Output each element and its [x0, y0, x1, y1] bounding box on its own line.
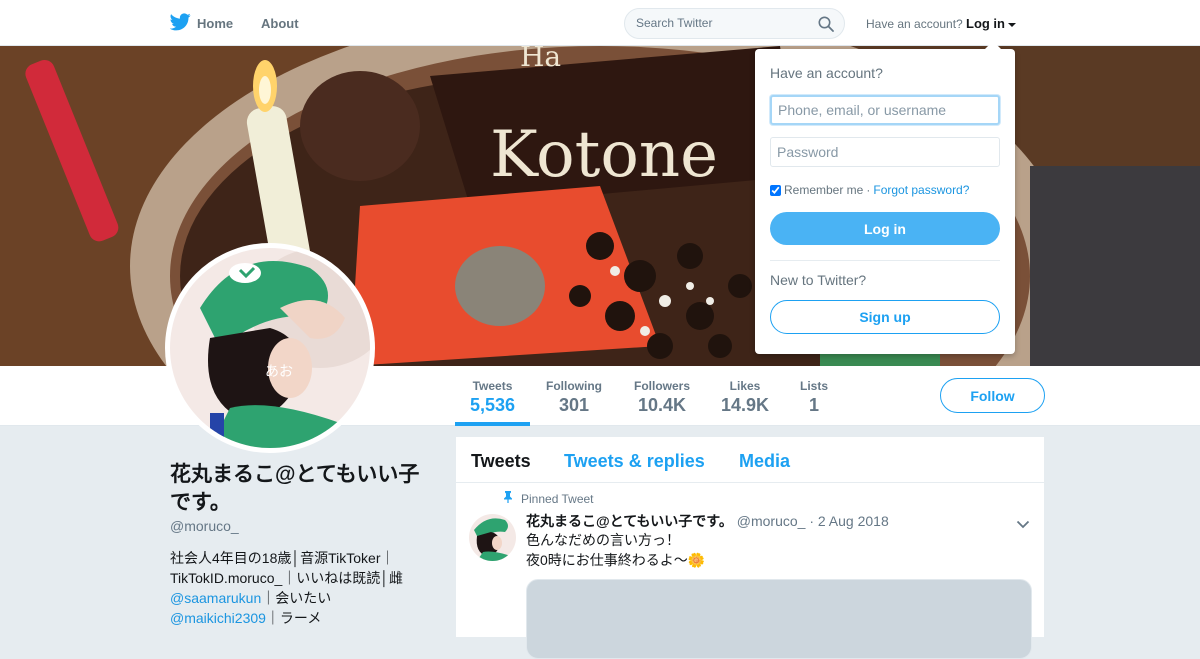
tab-tweets-replies[interactable]: Tweets & replies — [564, 451, 705, 472]
search-box — [624, 8, 845, 39]
login-dropdown-title: Have an account? — [770, 65, 883, 81]
caret-down-icon — [1008, 22, 1016, 27]
profile-avatar[interactable]: あお — [165, 243, 375, 453]
remember-separator: · — [866, 183, 871, 197]
twitter-bird-icon — [169, 13, 191, 34]
chevron-down-icon[interactable] — [1016, 516, 1030, 534]
banner-plaque-text: Kotone — [490, 118, 718, 192]
top-navigation: Home About Have an account? Log in — [0, 0, 1200, 46]
stat-lists-value: 1 — [808, 395, 819, 415]
dropdown-divider — [770, 260, 1000, 261]
stat-following[interactable]: Following 301 — [545, 379, 603, 416]
pin-icon — [503, 491, 513, 506]
login-dropdown: Have an account? Remember me · Forgot pa… — [755, 41, 1015, 354]
bio-text: ｜会いたい — [261, 590, 332, 606]
stat-following-value: 301 — [558, 395, 590, 415]
avatar-signature: あお — [265, 364, 293, 380]
password-field[interactable] — [770, 137, 1000, 167]
login-dropdown-toggle[interactable]: Log in — [966, 16, 1016, 31]
nav-about-link[interactable]: About — [261, 16, 299, 31]
active-stat-indicator — [455, 422, 530, 426]
stat-followers-value: 10.4K — [637, 395, 687, 415]
tab-tweets[interactable]: Tweets — [471, 451, 531, 472]
tweet-avatar[interactable] — [469, 514, 516, 561]
stat-tweets-label: Tweets — [472, 379, 513, 393]
timeline: Tweets Tweets & replies Media Pinned Twe… — [456, 437, 1044, 659]
username-field[interactable] — [770, 95, 1000, 125]
stat-following-label: Following — [546, 379, 602, 393]
remember-row: Remember me · Forgot password? — [770, 183, 969, 197]
forgot-password-link[interactable]: Forgot password? — [873, 183, 969, 197]
stat-followers[interactable]: Followers 10.4K — [633, 379, 691, 416]
nav-home-label: Home — [197, 16, 234, 31]
tweet-author-name[interactable]: 花丸まるこ@とてもいい子です。 — [526, 513, 733, 529]
pinned-label-text: Pinned Tweet — [521, 491, 594, 506]
profile-name[interactable]: 花丸まるこ@とてもいい子です。 — [170, 461, 440, 517]
nav-home-link[interactable]: Home — [169, 13, 234, 34]
tweet-meta-separator: · — [809, 513, 814, 529]
tweet-text-line: 夜0時にお仕事終わるよ〜🌼 — [526, 552, 706, 568]
search-input[interactable] — [636, 16, 806, 30]
stat-tweets-value: 5,536 — [470, 395, 516, 415]
bio-text: ｜ラーメ — [265, 610, 322, 626]
tweet-date[interactable]: 2 Aug 2018 — [818, 513, 889, 529]
stat-lists-label: Lists — [799, 379, 828, 393]
pinned-tweet-label: Pinned Tweet — [503, 491, 594, 506]
tab-media[interactable]: Media — [739, 451, 790, 472]
remember-me-checkbox[interactable] — [770, 184, 781, 196]
bio-mention-link[interactable]: @maikichi2309 — [170, 610, 266, 626]
timeline-tabs: Tweets Tweets & replies Media — [456, 437, 1044, 483]
search-icon[interactable] — [818, 16, 834, 37]
login-button[interactable]: Log in — [770, 212, 1000, 245]
have-account-text: Have an account? — [866, 17, 963, 31]
stat-likes-value: 14.9K — [721, 395, 770, 415]
tweet-text-line: 色んなだめの言い方っ！ — [526, 532, 680, 548]
stat-lists[interactable]: Lists 1 — [799, 379, 829, 416]
login-link-label: Log in — [966, 16, 1005, 31]
signup-button[interactable]: Sign up — [770, 300, 1000, 334]
tweet-text: 色んなだめの言い方っ！ 夜0時にお仕事終わるよ〜🌼 — [526, 530, 705, 570]
stat-likes-label: Likes — [729, 379, 761, 393]
stat-likes[interactable]: Likes 14.9K — [721, 379, 769, 416]
stat-tweets[interactable]: Tweets 5,536 — [470, 379, 515, 416]
tweet-author-handle[interactable]: @moruco_ — [737, 513, 806, 529]
remember-me-label: Remember me — [784, 183, 864, 197]
profile-bio: 社会人4年目の18歳│音源TikToker｜TikTokID.moruco_｜い… — [170, 548, 410, 628]
new-to-twitter-text: New to Twitter? — [770, 272, 867, 288]
profile-handle[interactable]: @moruco_ — [170, 518, 239, 534]
bio-text: 社会人4年目の18歳│音源TikToker｜TikTokID.moruco_｜い… — [170, 550, 404, 586]
banner-plaque-prefix: Ha — [520, 46, 561, 73]
tweet-header: 花丸まるこ@とてもいい子です。 @moruco_ · 2 Aug 2018 — [526, 511, 889, 531]
tweet-media[interactable] — [526, 579, 1032, 659]
follow-button[interactable]: Follow — [940, 378, 1045, 413]
stat-followers-label: Followers — [633, 379, 690, 393]
bio-mention-link[interactable]: @saamarukun — [170, 590, 261, 606]
